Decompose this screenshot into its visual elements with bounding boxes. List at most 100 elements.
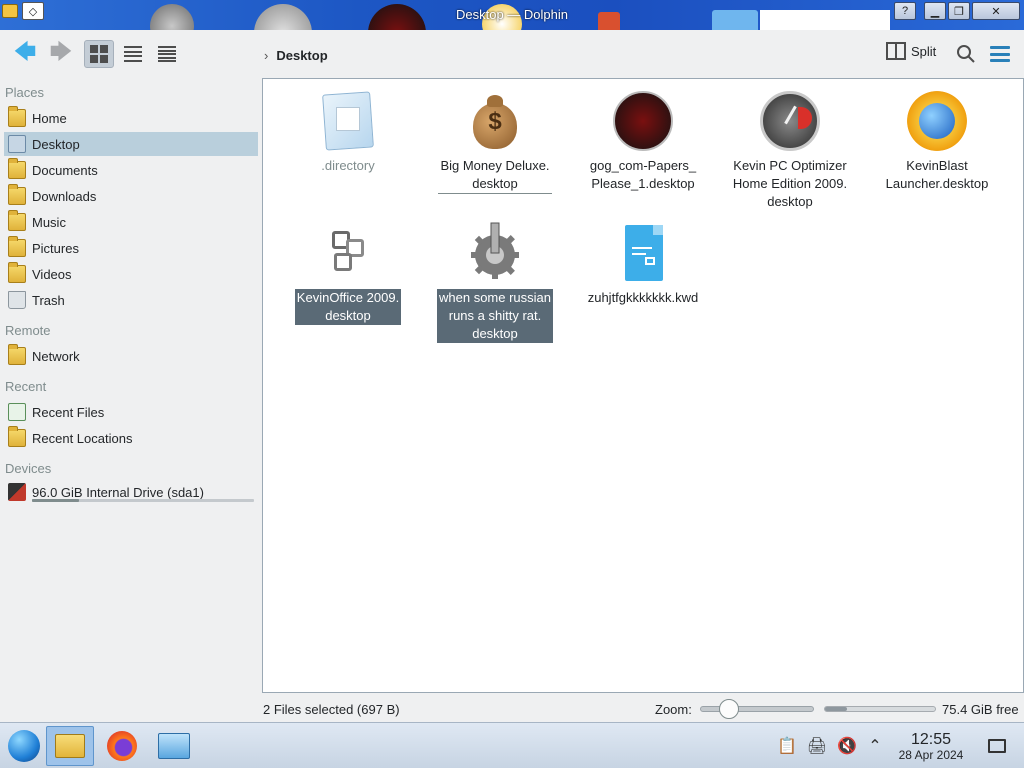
settings-file-icon — [316, 89, 380, 153]
icons-view-icon — [90, 45, 108, 63]
clipboard-icon[interactable]: 📋 — [776, 735, 798, 757]
icons-view-button[interactable] — [84, 40, 114, 68]
volume-muted-icon[interactable]: 🔇 — [836, 735, 858, 757]
status-bar: 2 Files selected (697 B) Zoom: 75.4 GiB … — [0, 696, 1024, 722]
file-item[interactable]: Kevin PC Optimizer Home Edition 2009. de… — [730, 89, 850, 211]
maximize-button[interactable]: ❐ — [948, 2, 970, 20]
start-menu-button[interactable] — [0, 726, 48, 766]
file-item[interactable]: $ Big Money Deluxe. desktop — [435, 89, 555, 194]
chevron-up-icon[interactable]: ⌃ — [864, 735, 886, 757]
sidebar-item-trash[interactable]: Trash — [4, 288, 258, 312]
sidebar-item-home[interactable]: Home — [4, 106, 258, 130]
sidebar-item-label: 96.0 GiB Internal Drive (sda1) — [32, 484, 204, 500]
sidebar-item-label: Pictures — [32, 240, 79, 256]
close-button[interactable]: ✕ — [972, 2, 1020, 20]
trash-icon — [8, 291, 26, 309]
desktop-icon — [8, 135, 26, 153]
show-desktop-icon[interactable] — [986, 735, 1008, 757]
toolbar: 🡄 🡆 › Desktop Split — [0, 30, 1024, 78]
zoom-slider-handle[interactable] — [718, 699, 739, 719]
breadcrumb[interactable]: › Desktop — [264, 48, 328, 63]
sidebar-item-label: Recent Locations — [32, 430, 133, 446]
drive-usage-bar — [32, 499, 254, 502]
file-name: KevinBlast Launcher.desktop — [885, 158, 989, 191]
taskbar: 📋 🖨 🔇 ⌃ 12:55 28 Apr 2024 — [0, 722, 1024, 768]
taskbar-firefox[interactable] — [98, 726, 146, 766]
file-item[interactable]: when some russian runs a shitty rat. des… — [435, 221, 555, 343]
drive-usage-fill — [32, 499, 79, 502]
sidebar-item-label: Downloads — [32, 188, 97, 204]
globe-burst-icon — [905, 89, 969, 153]
split-view-icon — [886, 42, 906, 60]
title-bar[interactable]: ◇ Desktop — Dolphin ? ▁ ❐ ✕ — [0, 0, 1024, 30]
hard-drive-icon — [8, 483, 26, 501]
zoom-label: Zoom: — [655, 702, 692, 717]
file-name: gog_com-Papers_ Please_1.desktop — [589, 158, 697, 191]
free-space-fill — [825, 707, 847, 711]
sidebar-item-desktop[interactable]: Desktop — [4, 132, 258, 156]
selection-status: 2 Files selected (697 B) — [263, 702, 400, 717]
forward-icon[interactable]: 🡆 — [44, 39, 78, 68]
chevron-right-icon: › — [264, 48, 269, 63]
sidebar-item-network[interactable]: Network — [4, 344, 258, 368]
office-icon — [316, 221, 380, 285]
firefox-icon — [107, 731, 137, 761]
details-view-icon — [158, 46, 176, 62]
videos-folder-icon — [8, 262, 26, 283]
file-name: .directory — [321, 158, 375, 173]
back-icon[interactable]: 🡄 — [8, 39, 42, 68]
compact-view-button[interactable] — [118, 40, 148, 68]
sidebar-item-label: Home — [32, 110, 67, 126]
sidebar-item-music[interactable]: Music — [4, 210, 258, 234]
hamburger-menu-icon[interactable] — [988, 44, 1012, 64]
sidebar-item-label: Network — [32, 348, 80, 364]
places-panel: Places Home Desktop Documents Downloads … — [0, 80, 262, 700]
sidebar-item-label: Desktop — [32, 136, 80, 152]
file-item[interactable]: gog_com-Papers_ Please_1.desktop — [583, 89, 703, 193]
clock-date[interactable]: 28 Apr 2024 — [890, 748, 972, 762]
file-name: KevinOffice 2009. desktop — [294, 289, 402, 325]
sidebar-item-downloads[interactable]: Downloads — [4, 184, 258, 208]
sidebar-item-label: Documents — [32, 162, 98, 178]
clock-time[interactable]: 12:55 — [890, 731, 972, 749]
sidebar-item-recent-files[interactable]: Recent Files — [4, 400, 258, 424]
file-name: when some russian runs a shitty rat. des… — [437, 289, 553, 343]
search-icon[interactable] — [954, 42, 978, 66]
section-remote: Remote — [5, 323, 51, 338]
papers-please-icon — [611, 89, 675, 153]
pictures-folder-icon — [8, 236, 26, 257]
windows-logo-icon — [8, 730, 40, 762]
speedometer-icon — [758, 89, 822, 153]
file-item[interactable]: .directory — [288, 89, 408, 175]
sidebar-item-label: Music — [32, 214, 66, 230]
file-item[interactable]: KevinOffice 2009. desktop — [288, 221, 408, 325]
sidebar-item-label: Trash — [32, 292, 65, 308]
help-button[interactable]: ? — [894, 2, 916, 20]
minimize-button[interactable]: ▁ — [924, 2, 946, 20]
details-view-button[interactable] — [152, 40, 182, 68]
taskbar-system-settings[interactable] — [150, 726, 198, 766]
split-button[interactable]: Split — [886, 42, 936, 60]
file-name: Kevin PC Optimizer Home Edition 2009. de… — [732, 158, 848, 209]
breadcrumb-desktop[interactable]: Desktop — [276, 48, 327, 63]
taskbar-dolphin[interactable] — [46, 726, 94, 766]
section-places: Places — [5, 85, 45, 100]
free-space-text: 75.4 GiB free — [942, 702, 1019, 717]
recent-locations-icon — [8, 426, 26, 447]
sidebar-item-label: Videos — [32, 266, 72, 282]
sidebar-item-pictures[interactable]: Pictures — [4, 236, 258, 260]
section-devices: Devices — [5, 461, 52, 476]
music-folder-icon — [8, 210, 26, 231]
file-item[interactable]: zuhjtfgkkkkkkk.kwd — [583, 221, 703, 307]
file-item[interactable]: KevinBlast Launcher.desktop — [877, 89, 997, 193]
zoom-slider[interactable] — [700, 706, 814, 712]
sidebar-item-documents[interactable]: Documents — [4, 158, 258, 182]
downloads-folder-icon — [8, 184, 26, 205]
printer-icon[interactable]: 🖨 — [806, 735, 828, 757]
free-space-bar — [824, 706, 936, 712]
sidebar-item-videos[interactable]: Videos — [4, 262, 258, 286]
window-title: Desktop — Dolphin — [456, 7, 568, 22]
network-folder-icon — [8, 344, 26, 365]
file-view[interactable]: .directory $ Big Money Deluxe. desktop g… — [262, 78, 1024, 693]
sidebar-item-recent-locations[interactable]: Recent Locations — [4, 426, 258, 450]
